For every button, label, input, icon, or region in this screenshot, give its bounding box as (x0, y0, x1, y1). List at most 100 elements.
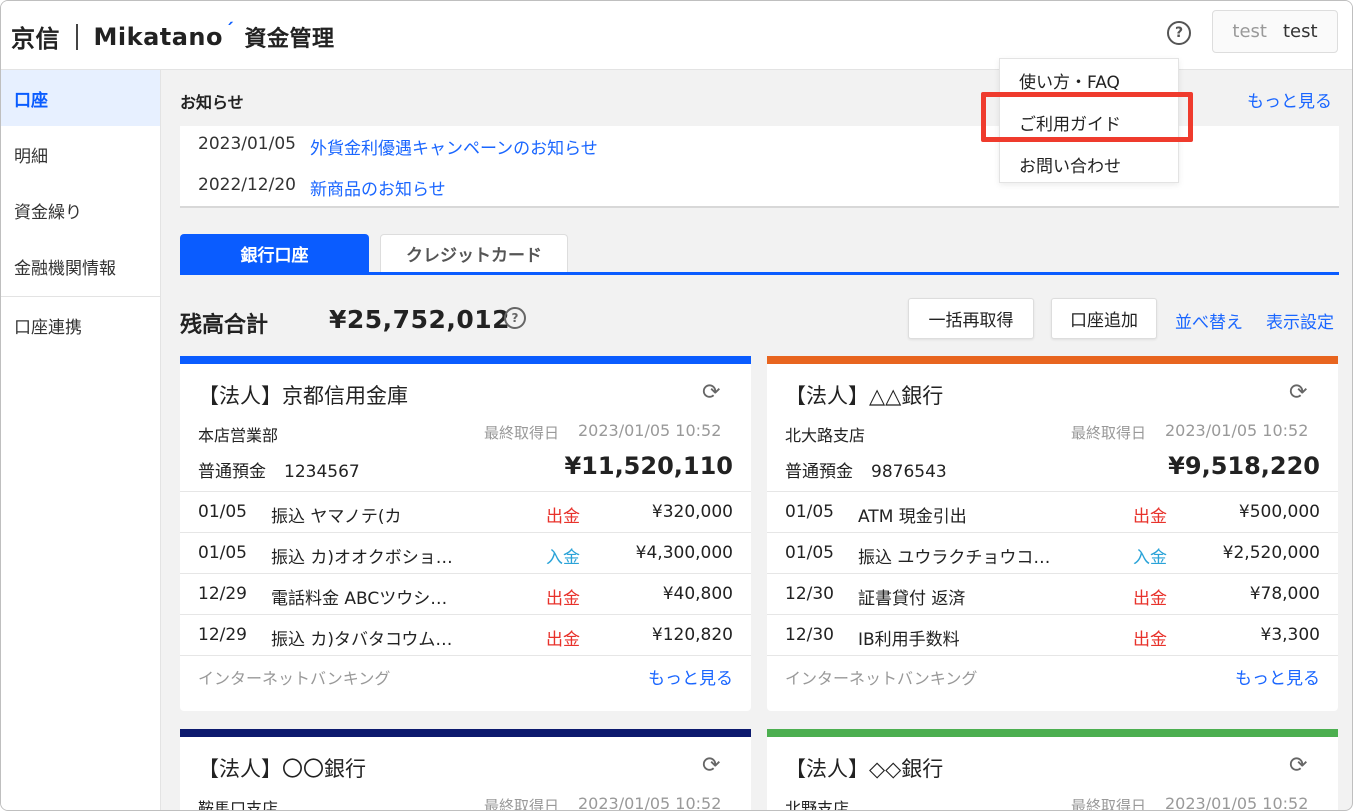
last-fetch-label: 最終取得日 (484, 424, 560, 442)
card-more-link[interactable]: もっと見る (1235, 664, 1320, 689)
account-number: 1234567 (284, 462, 360, 482)
transaction-row: 12/30 IB利用手数料 出金 ¥3,300 (767, 615, 1338, 656)
card-footer-label: インターネットバンキング (785, 669, 978, 688)
last-fetch-date: 2023/01/05 10:52 (578, 794, 722, 811)
account-type: 普通預金 (785, 462, 853, 482)
total-help-icon[interactable]: ? (504, 307, 526, 329)
refresh-icon[interactable]: ⟳ (702, 380, 720, 405)
bulk-refetch-button[interactable]: 一括再取得 (908, 298, 1034, 339)
account-balance: ¥9,518,220 (1168, 452, 1320, 480)
tx-desc: 振込 ヤマノテ(カ (271, 507, 402, 527)
transaction-list: 01/05 振込 ヤマノテ(カ 出金 ¥320,000 01/05 振込 カ)オ… (180, 491, 751, 656)
account-card: 【法人】〇〇銀行 ⟳ 鞍馬口支店 最終取得日 2023/01/05 10:52 (180, 729, 751, 811)
tx-desc: ATM 現金引出 (858, 507, 967, 527)
tx-amount: ¥40,800 (662, 584, 733, 604)
news-date: 2023/01/05 (198, 134, 296, 154)
card-color-bar (180, 356, 751, 364)
transaction-row: 01/05 振込 カ)オオクボショ… 入金 ¥4,300,000 (180, 533, 751, 574)
logo-swoosh-icon: ˊ (225, 20, 235, 41)
card-footer-label: インターネットバンキング (198, 669, 391, 688)
transaction-row: 12/29 電話料金 ABCツウシ… 出金 ¥40,800 (180, 574, 751, 615)
last-fetch-label: 最終取得日 (1071, 797, 1147, 811)
sidebar-item-cashflow[interactable]: 資金繰り (1, 182, 160, 238)
news-item: 2022/12/20 新商品のお知らせ (198, 175, 446, 200)
menu-item-contact[interactable]: お問い合わせ (1019, 152, 1121, 177)
card-title[interactable]: 【法人】〇〇銀行 (198, 753, 366, 783)
tx-type: 出金 (1133, 507, 1167, 527)
tx-date: 01/05 (785, 543, 834, 563)
tx-desc: 振込 カ)オオクボショ… (271, 548, 453, 568)
news-item: 2023/01/05 外貨金利優遇キャンペーンのお知らせ (198, 134, 598, 159)
user-last-name: test (1283, 21, 1318, 42)
sidebar-item-institutions[interactable]: 金融機関情報 (1, 238, 160, 294)
add-account-button[interactable]: 口座追加 (1051, 298, 1157, 339)
app-logo[interactable]: 京信 Mikatano ˊ 資金管理 (11, 19, 335, 54)
news-link[interactable]: 外貨金利優遇キャンペーンのお知らせ (310, 134, 598, 159)
user-first-name: test (1232, 21, 1267, 42)
tx-desc: IB利用手数料 (858, 630, 960, 650)
refresh-icon[interactable]: ⟳ (702, 753, 720, 778)
card-branch: 北野支店 (785, 799, 850, 811)
sidebar-item-statements[interactable]: 明細 (1, 126, 160, 182)
menu-item-faq[interactable]: 使い方・FAQ (1019, 68, 1120, 93)
sidebar-item-accounts[interactable]: 口座 (1, 70, 160, 126)
card-branch: 北大路支店 (785, 426, 866, 445)
tx-date: 01/05 (198, 502, 247, 522)
account-tabs: 銀行口座 クレジットカード (180, 234, 1339, 275)
total-balance-value: ¥25,752,012 (329, 305, 511, 334)
last-fetch-date: 2023/01/05 10:52 (1165, 421, 1309, 440)
tab-credit-cards[interactable]: クレジットカード (380, 234, 568, 272)
account-type: 普通預金 (198, 462, 266, 482)
card-title[interactable]: 【法人】△△銀行 (785, 380, 943, 410)
app-window: 京信 Mikatano ˊ 資金管理 ? test test 口座 明細 資金繰り… (0, 0, 1353, 811)
tx-type: 出金 (546, 630, 580, 650)
user-menu-button[interactable]: test test (1212, 10, 1338, 53)
tx-desc: 証書貸付 返済 (858, 589, 966, 609)
tx-date: 01/05 (785, 502, 834, 522)
display-settings-link[interactable]: 表示設定 (1266, 308, 1334, 333)
account-number: 9876543 (871, 462, 947, 482)
tx-date: 12/29 (198, 584, 247, 604)
tx-date: 01/05 (198, 543, 247, 563)
news-heading: お知らせ (180, 93, 244, 112)
account-card: 【法人】京都信用金庫 ⟳ 本店営業部 最終取得日 2023/01/05 10:5… (180, 356, 751, 711)
logo-bank-name: 京信 (11, 25, 60, 53)
account-info: 普通預金 1234567 (198, 457, 360, 482)
tx-amount: ¥2,520,000 (1222, 543, 1320, 563)
total-balance-label: 残高合計 (180, 313, 269, 338)
tx-type: 出金 (546, 589, 580, 609)
tx-type: 出金 (1133, 630, 1167, 650)
tx-date: 12/30 (785, 584, 834, 604)
account-card: 【法人】△△銀行 ⟳ 北大路支店 最終取得日 2023/01/05 10:52 … (767, 356, 1338, 711)
last-fetch-date: 2023/01/05 10:52 (578, 421, 722, 440)
card-title[interactable]: 【法人】◇◇銀行 (785, 753, 943, 783)
tx-amount: ¥500,000 (1238, 502, 1320, 522)
news-link[interactable]: 新商品のお知らせ (310, 175, 446, 200)
news-more-link[interactable]: もっと見る (1247, 87, 1332, 112)
card-title[interactable]: 【法人】京都信用金庫 (198, 380, 408, 410)
card-color-bar (767, 356, 1338, 364)
tx-type: 入金 (546, 548, 580, 568)
tx-type: 出金 (1133, 589, 1167, 609)
tx-amount: ¥4,300,000 (635, 543, 733, 563)
help-icon[interactable]: ? (1167, 21, 1191, 45)
news-date: 2022/12/20 (198, 175, 296, 195)
transaction-row: 01/05 ATM 現金引出 出金 ¥500,000 (767, 492, 1338, 533)
tx-amount: ¥3,300 (1260, 625, 1320, 645)
card-branch: 鞍馬口支店 (198, 799, 279, 811)
highlight-box (981, 92, 1193, 142)
sort-link[interactable]: 並べ替え (1175, 308, 1243, 333)
transaction-row: 12/29 振込 カ)タバタコウム… 出金 ¥120,820 (180, 615, 751, 656)
refresh-icon[interactable]: ⟳ (1289, 380, 1307, 405)
account-balance: ¥11,520,110 (564, 452, 733, 480)
sidebar: 口座 明細 資金繰り 金融機関情報 口座連携 (1, 70, 161, 810)
card-color-bar (767, 729, 1338, 737)
refresh-icon[interactable]: ⟳ (1289, 753, 1307, 778)
tx-date: 12/30 (785, 625, 834, 645)
tx-amount: ¥320,000 (651, 502, 733, 522)
sidebar-item-account-link[interactable]: 口座連携 (1, 297, 160, 353)
tx-amount: ¥78,000 (1249, 584, 1320, 604)
tab-bank-accounts[interactable]: 銀行口座 (180, 234, 369, 272)
card-more-link[interactable]: もっと見る (648, 664, 733, 689)
transaction-list: 01/05 ATM 現金引出 出金 ¥500,000 01/05 振込 ユウラク… (767, 491, 1338, 656)
